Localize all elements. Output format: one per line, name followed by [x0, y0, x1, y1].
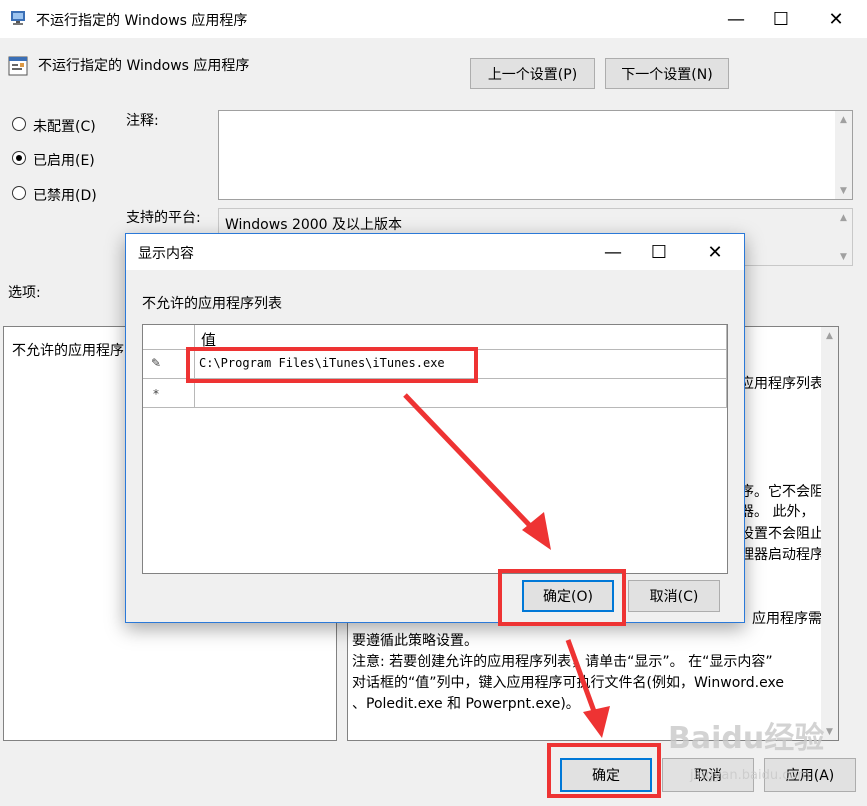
annotation-arrows [403, 393, 610, 738]
arrow-head-ok [583, 706, 610, 738]
arrow-to-ok [565, 639, 598, 715]
baidu-watermark-url: jingyan.baidu.com [690, 768, 810, 783]
arrow-to-dialog-ok [403, 393, 538, 534]
baidu-watermark-logo: Baidu经验 [668, 721, 825, 756]
arrow-head-dialog-ok [522, 512, 551, 550]
